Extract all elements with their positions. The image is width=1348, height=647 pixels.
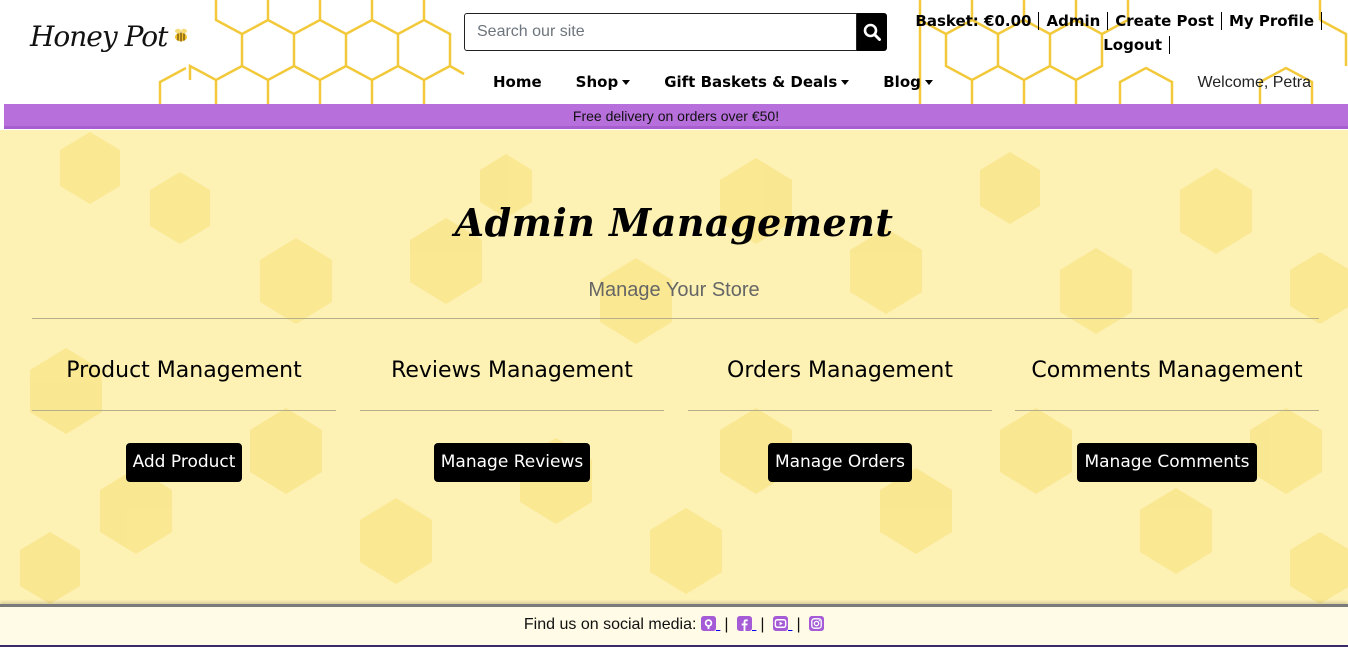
manage-comments-button[interactable]: Manage Comments xyxy=(1077,443,1257,482)
my-profile-link[interactable]: My Profile xyxy=(1221,12,1322,30)
section-heading: Comments Management xyxy=(1031,358,1303,383)
facebook-icon xyxy=(736,616,752,631)
manage-orders-button[interactable]: Manage Orders xyxy=(767,443,913,482)
github-icon xyxy=(700,616,716,631)
reviews-management-section: Reviews Management Manage Reviews xyxy=(360,356,664,482)
instagram-icon xyxy=(809,616,825,631)
basket-link[interactable]: Basket: €0.00 xyxy=(915,12,1040,30)
caret-down-icon xyxy=(622,79,631,85)
instagram-link[interactable] xyxy=(809,616,825,633)
nav-gift-baskets-dropdown[interactable]: Gift Baskets & Deals xyxy=(664,73,850,91)
search-icon xyxy=(863,23,881,41)
search-button[interactable] xyxy=(857,13,887,51)
admin-main-content: Admin Management Manage Your Store Produ… xyxy=(0,130,1348,604)
create-post-link[interactable]: Create Post xyxy=(1108,12,1222,30)
section-heading: Orders Management xyxy=(727,358,953,383)
divider xyxy=(1015,410,1319,411)
comments-management-section: Comments Management Manage Comments xyxy=(1015,356,1319,482)
logo-text: Honey Pot xyxy=(30,19,168,53)
nav-shop-dropdown[interactable]: Shop xyxy=(576,73,631,91)
bee-icon xyxy=(175,28,188,42)
divider xyxy=(360,410,664,411)
caret-down-icon xyxy=(924,79,933,85)
add-product-button[interactable]: Add Product xyxy=(125,443,243,482)
site-search xyxy=(464,13,887,51)
manage-reviews-button[interactable]: Manage Reviews xyxy=(433,443,591,482)
nav-gift-baskets-label: Gift Baskets & Deals xyxy=(664,73,838,91)
nav-blog-label: Blog xyxy=(883,73,921,91)
delivery-banner: Free delivery on orders over €50! xyxy=(4,104,1348,129)
youtube-icon xyxy=(773,616,789,631)
site-footer: Find us on social media: | | | xyxy=(0,604,1348,647)
divider xyxy=(32,318,1319,319)
page-title: Admin Management xyxy=(454,200,894,245)
separator: | xyxy=(760,616,765,633)
main-nav: Home Shop Gift Baskets & Deals Blog xyxy=(493,73,967,91)
orders-management-section: Orders Management Manage Orders xyxy=(688,356,992,482)
section-heading: Product Management xyxy=(66,358,302,383)
youtube-link[interactable] xyxy=(773,616,792,633)
divider xyxy=(688,410,992,411)
account-links: Basket: €0.00 Admin Create Post My Profile L… xyxy=(902,9,1322,57)
separator: | xyxy=(796,616,801,633)
page-subtitle: Manage Your Store xyxy=(588,279,760,301)
github-link[interactable] xyxy=(700,616,720,633)
section-heading: Reviews Management xyxy=(391,358,633,383)
logout-link[interactable]: Logout xyxy=(1096,36,1170,54)
site-header: Honey Pot Basket: €0.00AdminCreate PostM… xyxy=(0,0,1348,104)
nav-home[interactable]: Home xyxy=(493,73,542,91)
facebook-link[interactable] xyxy=(736,616,756,633)
nav-shop-label: Shop xyxy=(575,73,619,91)
product-management-section: Product Management Add Product xyxy=(32,356,336,482)
separator: | xyxy=(724,616,729,633)
search-input[interactable] xyxy=(464,13,857,51)
divider xyxy=(32,410,336,411)
site-logo[interactable]: Honey Pot xyxy=(30,8,191,64)
social-media-label: Find us on social media: xyxy=(523,616,697,633)
admin-link[interactable]: Admin xyxy=(1039,12,1109,30)
nav-blog-dropdown[interactable]: Blog xyxy=(883,73,933,91)
welcome-message: Welcome, Petra xyxy=(1197,74,1311,91)
nav-home-label: Home xyxy=(493,73,542,91)
caret-down-icon xyxy=(841,79,850,85)
